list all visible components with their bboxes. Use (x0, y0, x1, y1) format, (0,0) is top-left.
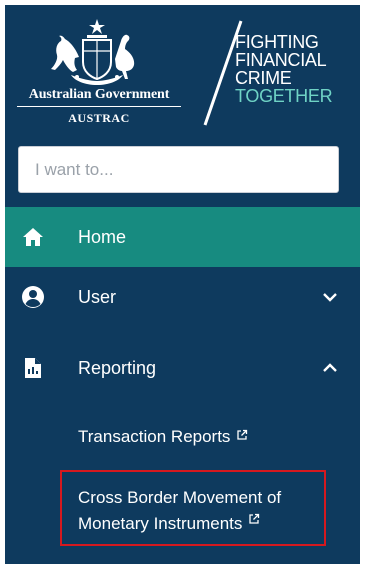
government-name: Australian Government (28, 87, 170, 102)
sidebar: Australian Government AUSTRAC FIGHTING F… (5, 5, 360, 564)
subitem-transaction-reports[interactable]: Transaction Reports (78, 427, 248, 447)
nav-label-reporting: Reporting (78, 358, 157, 378)
subitem-cross-border-movement[interactable]: Cross Border Movement of Monetary Instru… (78, 485, 338, 537)
nav-item-user[interactable]: User (5, 267, 360, 327)
search-input[interactable] (18, 146, 339, 193)
external-link-icon (237, 429, 248, 440)
home-icon (23, 228, 43, 246)
divider (17, 106, 181, 107)
chevron-up-icon[interactable] (322, 360, 338, 376)
tagline-line-3: CRIME (235, 68, 292, 88)
coat-of-arms-icon (51, 19, 135, 85)
nav-item-home[interactable]: Home (5, 207, 360, 267)
chevron-down-icon[interactable] (322, 289, 338, 305)
agency-name: AUSTRAC (68, 111, 130, 125)
nav-label-home: Home (78, 227, 127, 247)
nav-label-user: User (78, 287, 117, 307)
report-file-icon (25, 358, 41, 378)
tagline-line-2: FINANCIAL (235, 50, 327, 70)
nav-item-reporting[interactable]: Reporting (5, 338, 360, 398)
user-circle-icon (22, 286, 44, 308)
tagline: FIGHTING FINANCIAL CRIME TOGETHER (235, 32, 333, 106)
tagline-line-4: TOGETHER (235, 86, 333, 106)
header: Australian Government AUSTRAC FIGHTING F… (5, 5, 360, 145)
subitem-label: Transaction Reports (78, 427, 231, 446)
subitem-label: Cross Border Movement of Monetary Instru… (78, 488, 282, 533)
tagline-line-1: FIGHTING (235, 32, 319, 52)
external-link-icon (249, 513, 260, 524)
